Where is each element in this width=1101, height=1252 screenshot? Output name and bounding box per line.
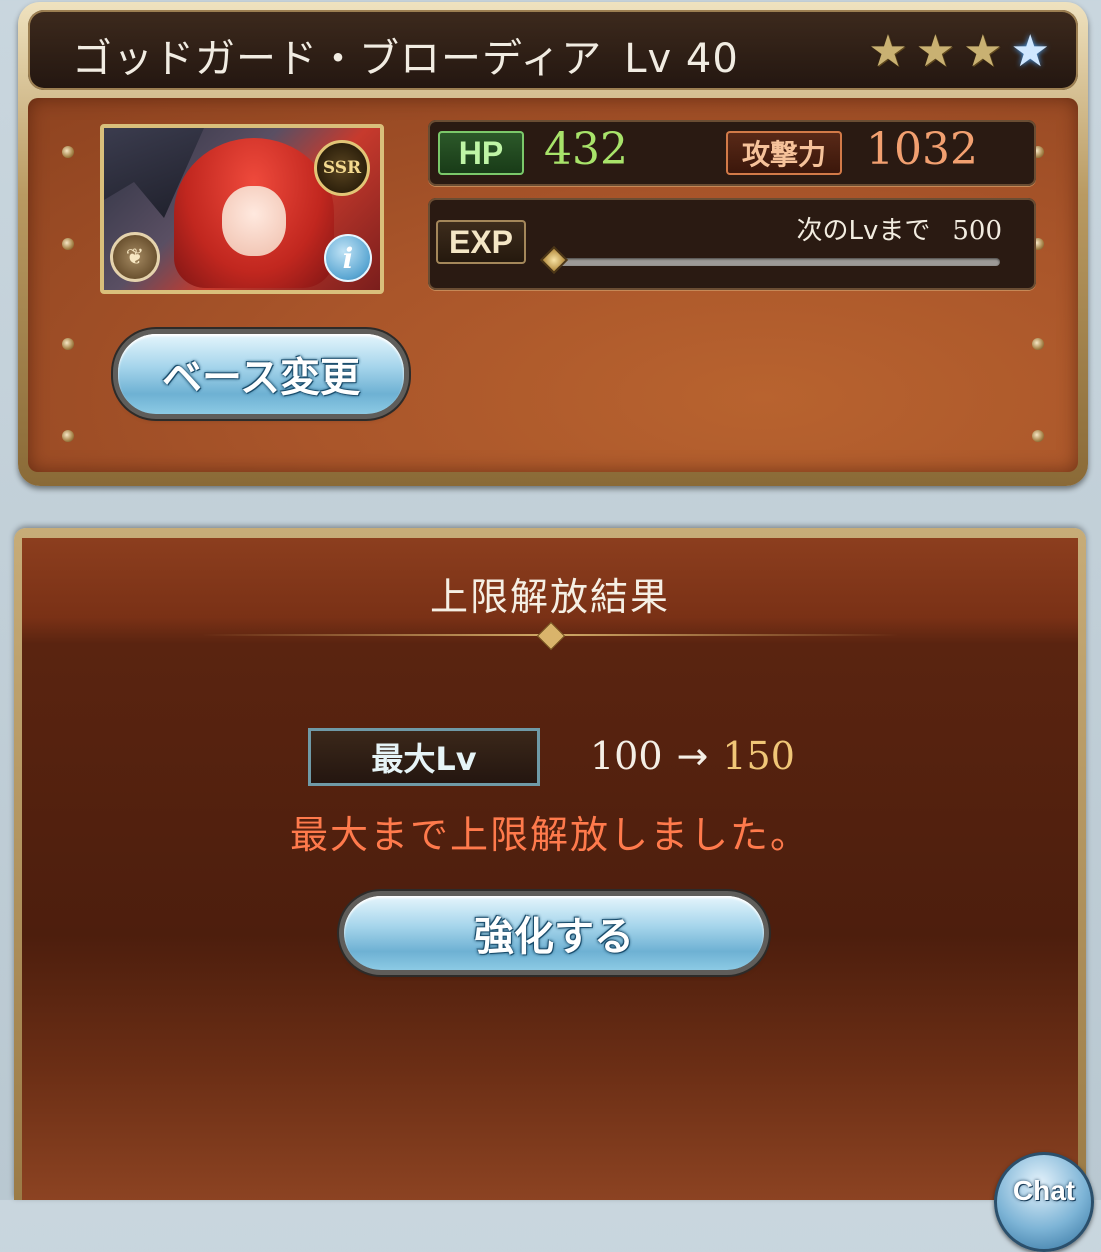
character-panel: ゴッドガード・ブローディア Lv 40 ★ ★ ★ ★ SSR ❦ i HP 43… [18,2,1088,486]
hp-value: 432 [544,124,628,175]
portrait-face [222,186,286,256]
next-level-value: 500 [952,216,1002,246]
attack-value: 1032 [866,124,978,175]
title-divider [202,621,898,651]
info-icon[interactable]: i [324,234,372,282]
character-name: ゴッドガード・ブローディア [72,36,603,82]
ssr-rarity-badge: SSR [314,140,370,196]
result-panel-body: 上限解放結果 最大Lv 100 → 150 最大まで上限解放しました。 [22,538,1078,1200]
limit-break-result-panel: 上限解放結果 最大Lv 100 → 150 最大まで上限解放しました。 強化する [14,528,1086,1200]
rivet-decoration [62,430,74,442]
exp-progress-knob [539,245,569,275]
wind-element-icon: ❦ [110,232,160,282]
rivet-decoration [62,238,74,250]
result-title: 上限解放結果 [429,575,670,619]
next-level-label: 次のLvまで [796,216,931,246]
max-level-label: 最大Lv [308,728,540,786]
star-icon: ★ [915,26,956,77]
max-level-to: 150 [722,734,795,778]
rivet-decoration [62,338,74,350]
character-level: Lv 40 [624,36,739,82]
change-base-label: ベース変更 [162,355,360,401]
rivet-decoration [1032,338,1044,350]
result-message: 最大まで上限解放しました。 [289,813,810,857]
next-level-info: 次のLvまで 500 [796,210,1002,247]
rivet-decoration [62,146,74,158]
blue-star-icon: ★ [1010,26,1050,77]
stats-box: HP 432 攻撃力 1032 [428,120,1036,186]
hp-label: HP [438,131,524,175]
enhance-label: 強化する [474,914,634,960]
character-name-line: ゴッドガード・ブローディア Lv 40 [72,26,739,84]
chat-label: Chat [1012,1175,1076,1206]
chat-button[interactable]: Chat [994,1152,1094,1252]
arrow-right-icon: → [676,734,709,778]
character-portrait[interactable]: SSR ❦ i [100,124,384,294]
exp-box: EXP 次のLvまで 500 [428,198,1036,290]
max-level-change: 100 → 150 [590,734,795,778]
change-base-button[interactable]: ベース変更 [118,334,404,414]
exp-progress-bar [539,245,1000,275]
rarity-stars: ★ ★ ★ ★ [868,30,1050,74]
character-title-bar: ゴッドガード・ブローディア Lv 40 ★ ★ ★ ★ [28,10,1078,90]
max-level-from: 100 [590,734,663,778]
star-icon: ★ [963,26,1003,77]
rivet-decoration [1032,430,1044,442]
star-icon: ★ [868,26,908,77]
divider-gem-ornament [536,621,566,651]
attack-label: 攻撃力 [726,131,842,175]
enhance-button[interactable]: 強化する [344,896,764,970]
exp-label: EXP [436,220,526,264]
